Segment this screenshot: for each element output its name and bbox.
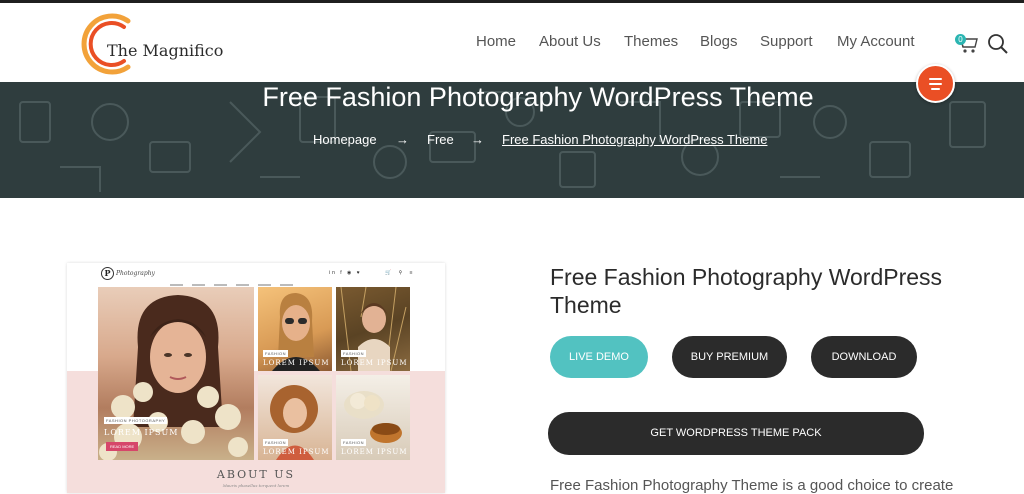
preview-logo-text: Photography xyxy=(116,270,155,277)
nav-item-blogs[interactable]: Blogs xyxy=(700,33,738,50)
preview-main-photo: FASHION PHOTOGRAPHY LOREM IPSUM READ MOR… xyxy=(98,287,254,460)
nav-item-themes[interactable]: Themes xyxy=(624,33,678,50)
cart-count-badge: 0 xyxy=(955,34,966,45)
site-header: The Magnifico Home About Us Themes Blogs… xyxy=(0,3,1024,82)
breadcrumb-separator: → xyxy=(471,132,484,147)
nav-item-my-account[interactable]: My Account xyxy=(837,33,915,50)
preview-tile-title: LOREM IPSUM xyxy=(341,359,408,367)
preview-tile-1: FASHION LOREM IPSUM xyxy=(258,287,332,371)
search-icon xyxy=(988,34,1008,54)
preview-social-icons: in f ◉ ♥ xyxy=(329,270,362,276)
preview-main-tag: FASHION PHOTOGRAPHY xyxy=(104,417,168,424)
preview-about-title: ABOUT US xyxy=(216,468,296,481)
main-nav: Home About Us Themes Blogs Support My Ac… xyxy=(0,33,1024,53)
nav-item-home[interactable]: Home xyxy=(476,33,516,50)
live-demo-button[interactable]: LIVE DEMO xyxy=(550,336,648,378)
buy-premium-button[interactable]: BUY PREMIUM xyxy=(672,336,787,378)
theme-description: Free Fashion Photography Theme is a good… xyxy=(550,477,954,494)
get-theme-pack-button[interactable]: GET WORDPRESS THEME PACK xyxy=(548,412,924,455)
cart-button[interactable]: 0 xyxy=(955,33,979,55)
preview-tile-title: LOREM IPSUM xyxy=(263,448,330,456)
breadcrumb-home[interactable]: Homepage xyxy=(313,132,377,147)
breadcrumb-separator: → xyxy=(396,132,409,147)
preview-tile-2: FASHION LOREM IPSUM xyxy=(336,287,410,371)
preview-tile-tag: FASHION xyxy=(263,439,289,446)
download-button[interactable]: DOWNLOAD xyxy=(811,336,917,378)
nav-item-support[interactable]: Support xyxy=(760,33,813,50)
preview-header: P Photography in f ◉ ♥ 🛒 ⚲ ≡ xyxy=(67,263,445,287)
preview-logo-icon: P xyxy=(101,267,114,280)
theme-title: Free Fashion Photography WordPress Theme xyxy=(550,264,943,318)
preview-tile-tag: FASHION xyxy=(263,350,289,357)
preview-tile-title: LOREM IPSUM xyxy=(263,359,330,367)
breadcrumb: Homepage → Free → Free Fashion Photograp… xyxy=(0,132,1024,150)
page-title: Free Fashion Photography WordPress Theme xyxy=(262,82,814,112)
preview-about-subtitle: Mauris phasellus torquent lorem xyxy=(222,483,290,488)
nav-item-about-us[interactable]: About Us xyxy=(539,33,601,50)
breadcrumb-current[interactable]: Free Fashion Photography WordPress Theme xyxy=(502,132,767,147)
preview-tile-tag: FASHION xyxy=(341,350,367,357)
hamburger-menu-button[interactable] xyxy=(916,64,955,103)
theme-preview-image[interactable]: P Photography in f ◉ ♥ 🛒 ⚲ ≡ FASHION PHO… xyxy=(67,263,445,493)
preview-main-title: LOREM IPSUM xyxy=(104,428,179,437)
preview-read-more: READ MORE xyxy=(106,442,139,451)
preview-cart-search-icons: 🛒 ⚲ ≡ xyxy=(385,270,416,276)
breadcrumb-free[interactable]: Free xyxy=(427,132,454,147)
preview-tile-3: FASHION LOREM IPSUM xyxy=(258,375,332,460)
preview-tile-4: FASHION LOREM IPSUM xyxy=(336,375,410,460)
preview-tile-title: LOREM IPSUM xyxy=(341,448,408,456)
search-button[interactable] xyxy=(987,33,1009,55)
preview-tile-tag: FASHION xyxy=(341,439,367,446)
page-banner: Free Fashion Photography WordPress Theme… xyxy=(0,82,1024,198)
